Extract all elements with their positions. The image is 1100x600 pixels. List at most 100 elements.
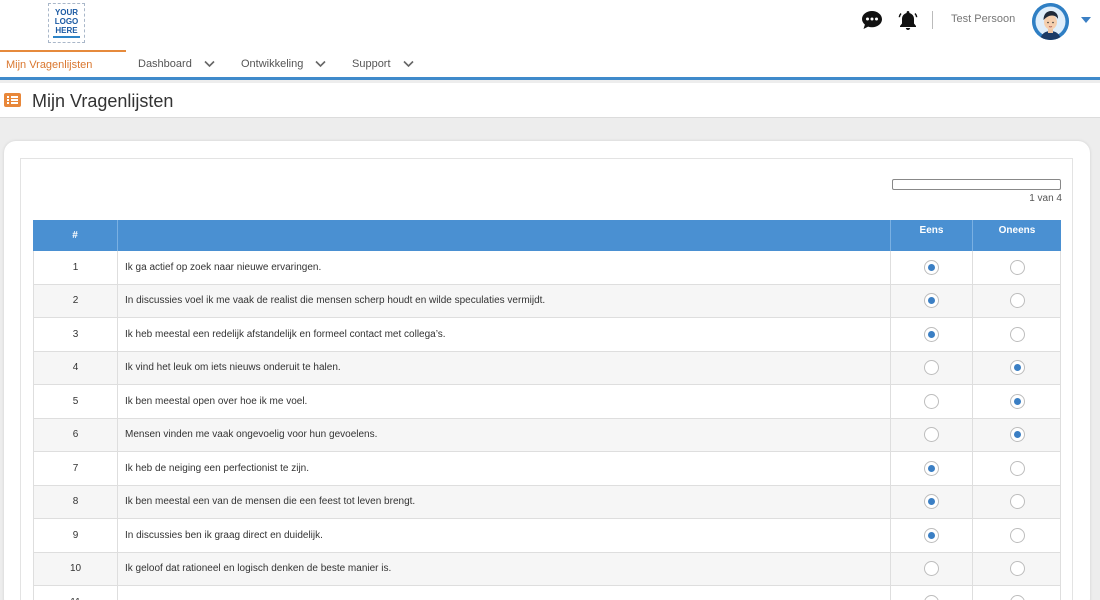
question-text: In discussies voel ik me vaak de realist… [118,284,891,317]
question-text: Ik ga actief op zoek naar nieuwe ervarin… [118,251,891,284]
table-row: 11 [33,586,1061,600]
column-header-question [118,220,891,251]
logo-line-1: YOUR [54,8,79,17]
radio-oneens[interactable] [1009,561,1025,577]
question-number: 7 [34,452,118,485]
table-row: 9 In discussies ben ik graag direct en du… [33,519,1061,553]
column-header-number: # [33,220,118,251]
username[interactable]: Test Persoon [951,13,1015,25]
oneens-cell [973,419,1061,452]
oneens-cell [973,486,1061,519]
radio-oneens[interactable] [1009,259,1025,275]
radio-eens[interactable] [924,293,939,309]
radio-oneens[interactable] [1009,527,1025,543]
nav-label: Mijn Vragenlijsten [6,58,93,71]
oneens-cell [973,519,1061,552]
page-title: Mijn Vragenlijsten [32,91,174,111]
oneens-cell [973,318,1061,351]
question-text: Mensen vinden me vaak ongevoelig voor hu… [118,418,891,451]
radio-eens[interactable] [924,360,939,376]
bell-icon[interactable] [898,9,918,31]
chevron-down-icon [204,60,215,67]
question-text: Ik ben meestal een van de mensen die een… [118,485,891,518]
progress-label: 1 van 4 [1029,193,1062,204]
radio-oneens[interactable] [1009,293,1025,309]
radio-eens[interactable] [924,326,939,342]
header-divider [932,11,933,29]
question-text [118,586,891,600]
logo-bar [53,36,80,38]
chat-icon[interactable] [861,10,883,30]
radio-oneens[interactable] [1009,460,1025,476]
question-number: 4 [34,351,118,384]
radio-eens[interactable] [924,594,939,600]
chevron-down-icon [315,60,326,67]
radio-oneens[interactable] [1009,393,1025,409]
radio-oneens[interactable] [1009,594,1025,600]
table-row: 4 Ik vind het leuk om iets nieuws onderui… [33,351,1061,385]
eens-cell [891,284,973,317]
nav-label: Support [352,57,391,70]
radio-oneens[interactable] [1009,494,1025,510]
eens-cell [891,351,973,384]
user-menu-caret-icon[interactable] [1081,17,1091,23]
nav-item-support[interactable]: Support [352,50,414,77]
question-text: Ik heb de neiging een perfectionist te z… [118,452,891,485]
table-row: 6 Mensen vinden me vaak ongevoelig voor h… [33,418,1061,452]
eens-cell [891,318,973,351]
radio-eens[interactable] [924,527,939,543]
question-number: 11 [34,586,118,600]
question-text: Ik vind het leuk om iets nieuws onderuit… [118,351,891,384]
question-number: 5 [34,385,118,418]
table-row: 3 Ik heb meestal een redelijk afstandelij… [33,318,1061,352]
radio-oneens[interactable] [1009,427,1025,443]
eens-cell [891,251,973,284]
nav-label: Dashboard [138,57,192,70]
chevron-down-icon [402,60,414,67]
radio-oneens[interactable] [1009,326,1025,342]
oneens-cell [973,452,1061,485]
oneens-cell [973,586,1061,600]
radio-eens[interactable] [924,561,939,577]
radio-eens[interactable] [924,259,939,275]
question-number: 3 [34,318,118,351]
eens-cell [891,385,973,418]
radio-eens[interactable] [924,494,939,510]
question-number: 1 [34,251,118,284]
oneens-cell [973,385,1061,418]
logo-line-3: HERE [55,26,78,35]
nav-item-ontwikkeling[interactable]: Ontwikkeling [241,50,326,77]
nav-label: Ontwikkeling [241,57,304,70]
eens-cell [891,552,973,585]
column-header-oneens: Oneens [998,225,1036,236]
oneens-cell [973,352,1061,385]
logo-line-2: LOGO [54,17,79,26]
list-icon [4,93,21,107]
nav-item-mijn-vragenlijsten[interactable]: Mijn Vragenlijsten [0,50,126,77]
company-logo[interactable]: YOUR LOGO HERE [48,3,85,43]
table-row: 7 Ik heb de neiging een perfectionist te … [33,452,1061,486]
eens-cell [891,586,973,600]
avatar-illustration [1032,3,1069,40]
table-row: 1 Ik ga actief op zoek naar nieuwe ervari… [33,251,1061,285]
top-bar: YOUR LOGO HERE Test Persoon [0,0,1100,50]
oneens-cell [973,285,1061,318]
radio-eens[interactable] [924,427,939,443]
question-text: Ik ben meestal open over hoe ik me voel. [118,385,891,418]
radio-eens[interactable] [924,393,939,409]
question-number: 9 [34,519,118,552]
eens-cell [891,418,973,451]
user-avatar[interactable] [1032,3,1069,40]
progress-bar [892,179,1061,190]
table-row: 2 In discussies voel ik me vaak de realis… [33,284,1061,318]
question-text: Ik heb meestal een redelijk afstandelijk… [118,318,891,351]
nav-item-dashboard[interactable]: Dashboard [138,50,215,77]
table-row: 8 Ik ben meestal een van de mensen die ee… [33,485,1061,519]
eens-cell [891,452,973,485]
eens-cell [891,485,973,518]
radio-eens[interactable] [924,460,939,476]
question-text: In discussies ben ik graag direct en dui… [118,519,891,552]
radio-oneens[interactable] [1009,360,1025,376]
table-header: # Eens Oneens [33,220,1061,251]
oneens-cell [973,553,1061,586]
